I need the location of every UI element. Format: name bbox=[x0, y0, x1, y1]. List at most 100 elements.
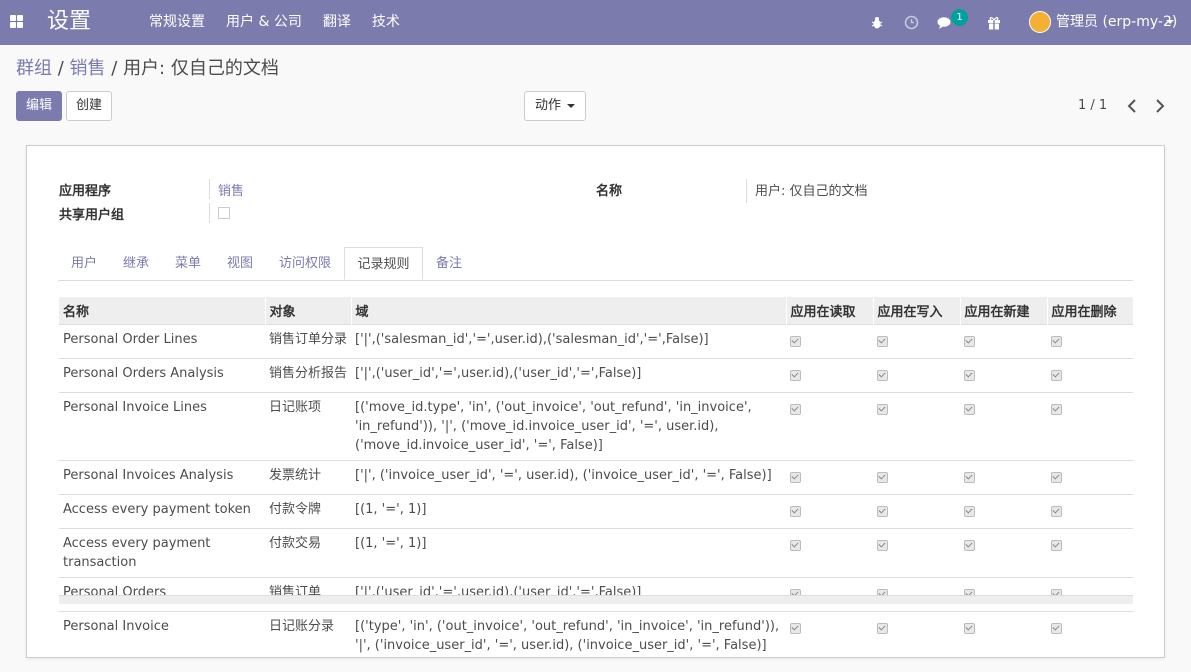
field-divider bbox=[209, 179, 210, 199]
rule-domain-cell: ['|',('user_id','=',user.id),('user_id',… bbox=[351, 358, 786, 393]
top-navbar: 设置 常规设置 用户 & 公司 翻译 技术 1 管理员 (erp-my-2) bbox=[0, 0, 1191, 45]
apply-create-checkbox bbox=[964, 540, 975, 551]
apply-read-checkbox bbox=[790, 540, 801, 551]
table-row[interactable]: Access every payment transaction 付款交易 [(1,… bbox=[59, 528, 1133, 578]
gift-icon[interactable] bbox=[987, 0, 1001, 45]
table-header-row: 名称 对象 域 应用在读取 应用在写入 应用在新建 应用在删除 bbox=[59, 297, 1134, 325]
apply-read-checkbox bbox=[790, 336, 801, 347]
app-title[interactable]: 设置 bbox=[47, 8, 91, 36]
notebook-tabs: 用户 继承 菜单 视图 访问权限 记录规则 备注 bbox=[58, 247, 1133, 281]
tab-views[interactable]: 视图 bbox=[214, 247, 266, 280]
chevron-down-icon[interactable] bbox=[1166, 20, 1174, 24]
apply-read-cell bbox=[786, 460, 873, 495]
action-dropdown-button[interactable]: 动作 bbox=[524, 91, 586, 121]
menu-item-technical[interactable]: 技术 bbox=[372, 13, 400, 31]
column-header-domain[interactable]: 域 bbox=[351, 297, 787, 325]
apply-create-checkbox bbox=[964, 472, 975, 483]
apply-read-cell bbox=[786, 528, 873, 578]
menu-item-translations[interactable]: 翻译 bbox=[323, 13, 351, 31]
apply-write-checkbox bbox=[877, 370, 888, 381]
apply-write-checkbox bbox=[877, 623, 888, 634]
rule-name-cell: Personal Invoices Analysis bbox=[59, 460, 265, 495]
breadcrumb-separator: / bbox=[57, 58, 70, 79]
tab-notes[interactable]: 备注 bbox=[423, 247, 475, 280]
apply-create-cell bbox=[960, 611, 1047, 660]
table-row[interactable]: Personal Invoices Analysis 发票统计 ['|', ('in… bbox=[59, 460, 1133, 495]
edit-button[interactable]: 编辑 bbox=[16, 91, 62, 121]
apply-delete-checkbox bbox=[1051, 370, 1062, 381]
create-button[interactable]: 创建 bbox=[66, 91, 112, 121]
table-row[interactable]: Access every payment token 付款令牌 [(1, '=', … bbox=[59, 494, 1133, 529]
tab-menus[interactable]: 菜单 bbox=[162, 247, 214, 280]
column-header-name[interactable]: 名称 bbox=[59, 297, 266, 325]
breadcrumb-separator: / bbox=[111, 58, 124, 79]
apply-delete-cell bbox=[1047, 358, 1133, 393]
table-row[interactable]: Personal Invoice Lines 日记账项 [('move_id.typ… bbox=[59, 392, 1133, 461]
apply-delete-checkbox bbox=[1051, 404, 1062, 415]
rule-name-cell: Access every payment token bbox=[59, 494, 265, 529]
record-rules-table: 名称 对象 域 应用在读取 应用在写入 应用在新建 应用在删除 Personal… bbox=[59, 297, 1134, 660]
rule-object-cell: 发票统计 bbox=[265, 460, 351, 495]
breadcrumb-current: 用户: 仅自己的文档 bbox=[123, 58, 279, 79]
field-divider bbox=[209, 203, 210, 223]
apply-delete-checkbox bbox=[1051, 540, 1062, 551]
rule-object-cell: 销售订单分录 bbox=[265, 324, 351, 359]
breadcrumb-sales[interactable]: 销售 bbox=[70, 58, 106, 79]
apply-write-checkbox bbox=[877, 336, 888, 347]
table-row[interactable]: Personal Invoice 日记账分录 [('type', 'in', ('o… bbox=[59, 611, 1133, 660]
apply-delete-checkbox bbox=[1051, 472, 1062, 483]
apply-delete-cell bbox=[1047, 392, 1133, 461]
apply-create-checkbox bbox=[964, 370, 975, 381]
apply-write-cell bbox=[873, 324, 960, 359]
bug-icon[interactable] bbox=[870, 0, 884, 45]
table-row[interactable]: Personal Order Lines 销售订单分录 ['|',('salesma… bbox=[59, 324, 1133, 359]
clock-icon[interactable] bbox=[904, 0, 919, 45]
apply-create-checkbox bbox=[964, 404, 975, 415]
apply-create-cell bbox=[960, 324, 1047, 359]
tab-record-rules[interactable]: 记录规则 bbox=[344, 247, 423, 280]
apply-read-cell bbox=[786, 494, 873, 529]
tab-inherited[interactable]: 继承 bbox=[110, 247, 162, 280]
rule-domain-cell: ['|',('salesman_id','=',user.id),('sales… bbox=[351, 324, 786, 359]
column-header-create[interactable]: 应用在新建 bbox=[960, 297, 1048, 325]
chevron-left-icon[interactable] bbox=[1126, 98, 1138, 114]
apply-read-checkbox bbox=[790, 472, 801, 483]
apply-write-cell bbox=[873, 494, 960, 529]
column-header-object[interactable]: 对象 bbox=[265, 297, 352, 325]
application-value[interactable]: 销售 bbox=[218, 180, 244, 199]
rule-domain-cell: ['|', ('invoice_user_id', '=', user.id),… bbox=[351, 460, 786, 495]
user-menu-name[interactable]: 管理员 (erp-my-2) bbox=[1056, 13, 1177, 31]
apply-create-cell bbox=[960, 358, 1047, 393]
apply-read-checkbox bbox=[790, 370, 801, 381]
table-row[interactable]: Personal Orders Analysis 销售分析报告 ['|',('use… bbox=[59, 358, 1133, 393]
pager-value[interactable]: 1 / 1 bbox=[1078, 98, 1107, 114]
apply-write-checkbox bbox=[877, 506, 888, 517]
table-footer bbox=[59, 595, 1133, 604]
apply-write-cell bbox=[873, 460, 960, 495]
apply-write-cell bbox=[873, 358, 960, 393]
breadcrumb-groups[interactable]: 群组 bbox=[16, 58, 52, 79]
application-label: 应用程序 bbox=[59, 184, 112, 199]
shared-group-label: 共享用户组 bbox=[59, 208, 125, 223]
rule-name-cell: Personal Invoice bbox=[59, 611, 265, 660]
apply-delete-checkbox bbox=[1051, 623, 1062, 634]
apply-delete-checkbox bbox=[1051, 506, 1062, 517]
rule-object-cell: 日记账项 bbox=[265, 392, 351, 461]
tab-access-rights[interactable]: 访问权限 bbox=[266, 247, 344, 280]
avatar[interactable] bbox=[1029, 11, 1051, 33]
menu-item-general-settings[interactable]: 常规设置 bbox=[149, 13, 205, 31]
apply-create-checkbox bbox=[964, 506, 975, 517]
rule-name-cell: Personal Orders Analysis bbox=[59, 358, 265, 393]
column-header-write[interactable]: 应用在写入 bbox=[873, 297, 961, 325]
column-header-read[interactable]: 应用在读取 bbox=[786, 297, 874, 325]
apply-write-cell bbox=[873, 611, 960, 660]
shared-group-checkbox[interactable] bbox=[218, 207, 230, 219]
chevron-right-icon[interactable] bbox=[1154, 98, 1166, 114]
column-header-delete[interactable]: 应用在删除 bbox=[1047, 297, 1134, 325]
apply-create-checkbox bbox=[964, 336, 975, 347]
menu-item-users-companies[interactable]: 用户 & 公司 bbox=[226, 13, 302, 31]
apps-icon[interactable] bbox=[10, 15, 23, 28]
main-menu: 常规设置 用户 & 公司 翻译 技术 bbox=[149, 13, 421, 31]
tab-users[interactable]: 用户 bbox=[58, 247, 110, 280]
chat-icon[interactable] bbox=[937, 0, 954, 45]
